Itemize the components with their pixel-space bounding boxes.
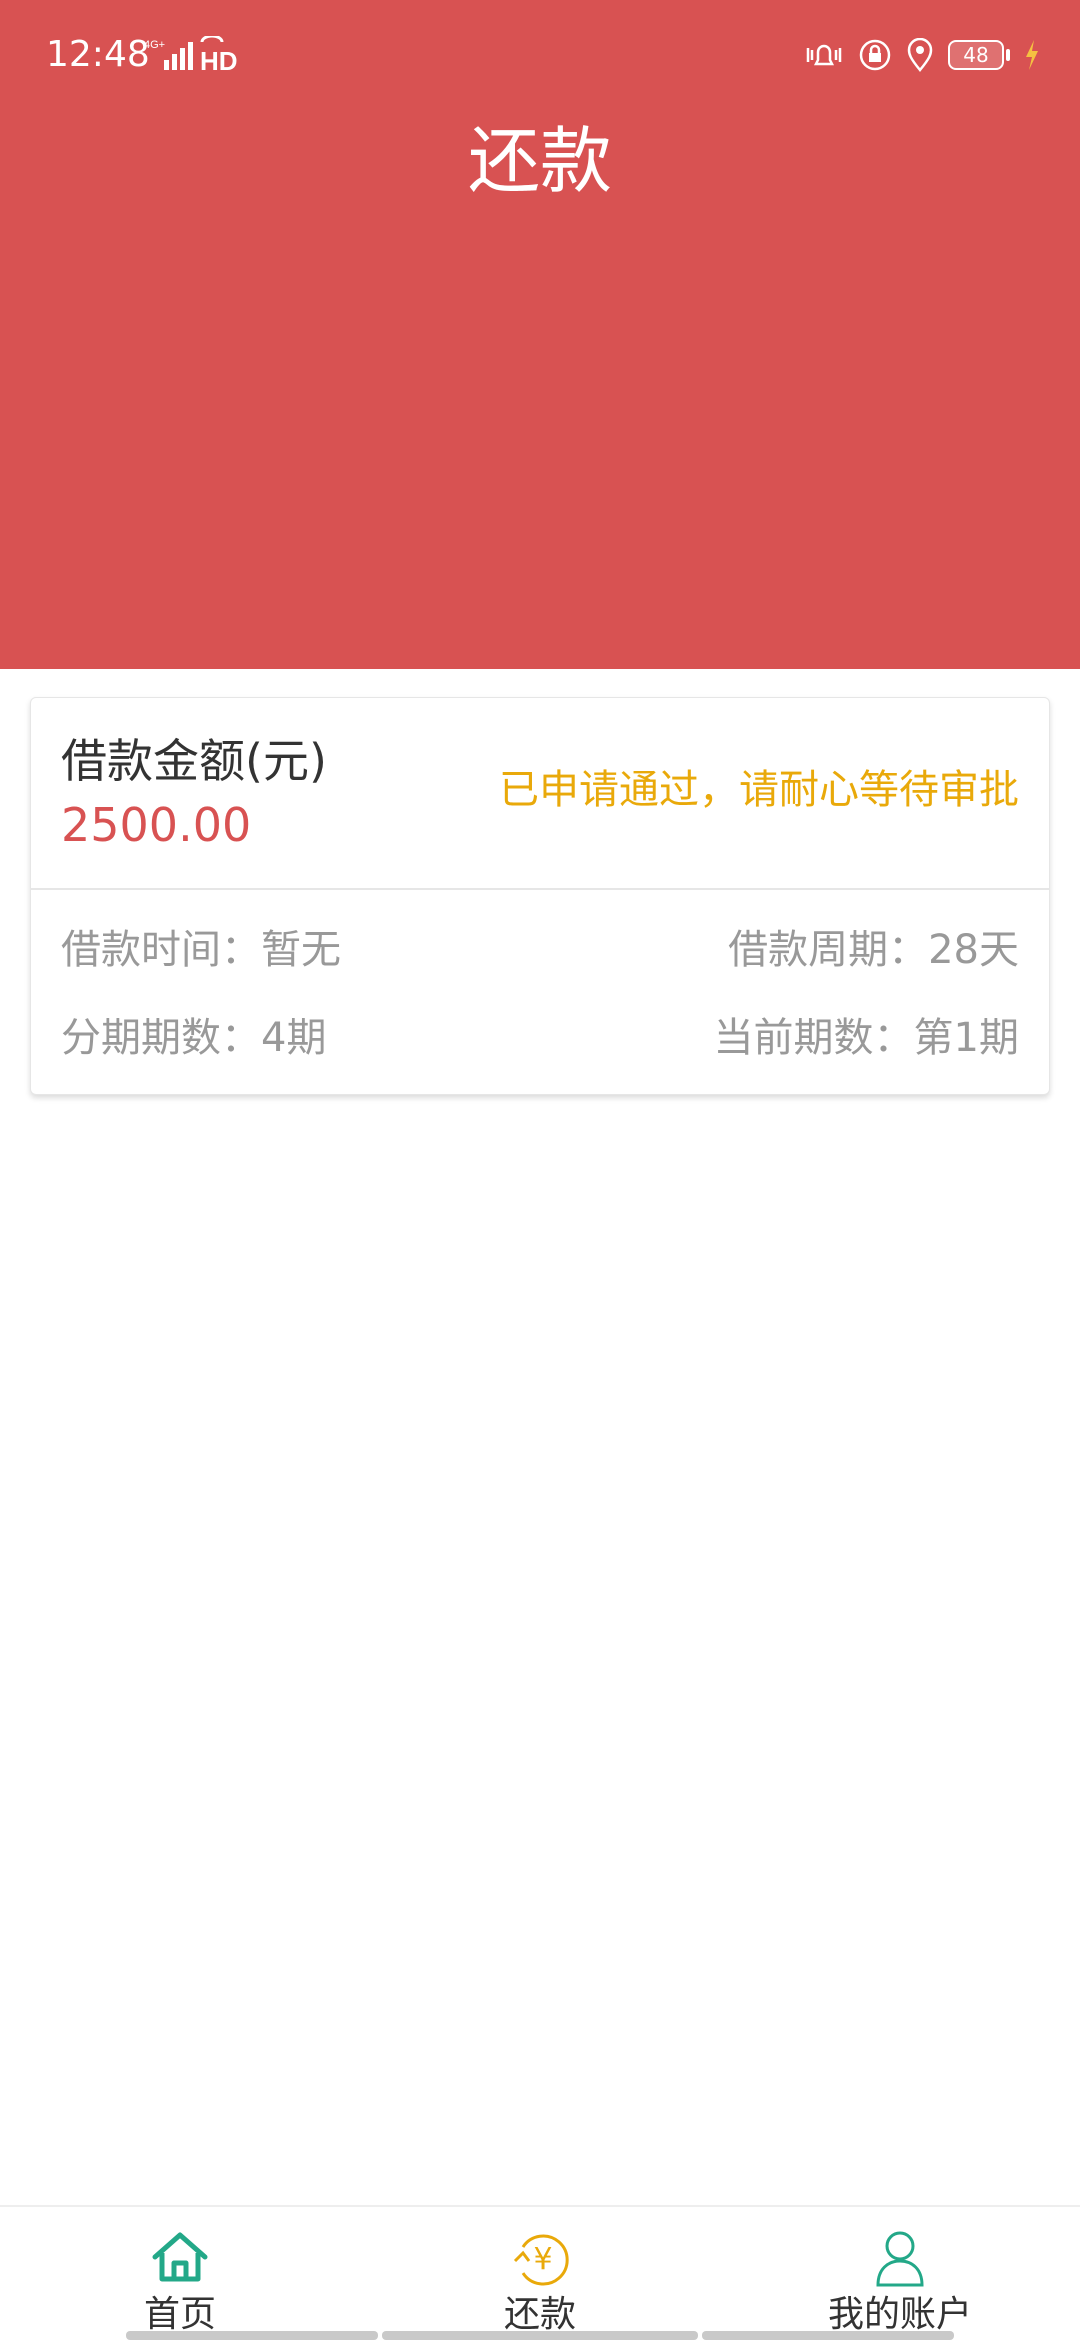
user-icon — [876, 2231, 924, 2287]
tab-home[interactable]: 首页 — [0, 2207, 360, 2340]
repay-yen-icon: ¥ — [513, 2234, 569, 2286]
loan-amount-value: 2500.00 — [61, 798, 252, 852]
nav-indicator-center — [382, 2331, 698, 2340]
tab-repay[interactable]: ¥ 还款 — [360, 2207, 720, 2340]
loan-info-row-2: 分期期数：4期 当前期数：第1期 — [61, 1012, 1019, 1064]
installment-count: 分期期数：4期 — [61, 1015, 327, 1061]
loan-time: 借款时间：暂无 — [61, 927, 341, 973]
vibrate-icon — [806, 44, 842, 66]
header: 12:48 4G+ HD 48 还款 — [0, 0, 1080, 669]
page-title: 还款 — [467, 119, 612, 203]
current-installment: 当前期数：第1期 — [713, 1015, 1019, 1061]
hd-icon: HD — [200, 46, 238, 74]
battery-tip — [1006, 49, 1010, 61]
svg-text:¥: ¥ — [533, 2242, 552, 2277]
rotation-lock-icon — [859, 39, 891, 71]
loan-summary: 借款金额(元) 2500.00 已申请通过，请耐心等待审批 — [31, 698, 1049, 890]
status-time: 12:48 — [46, 34, 150, 75]
status-icons: 48 — [804, 32, 1040, 78]
loan-amount-label: 借款金额(元) — [61, 734, 327, 788]
signal-icon: 4G+ HD — [144, 36, 238, 74]
loan-period: 借款周期：28天 — [728, 927, 1019, 973]
nav-indicator-left — [126, 2331, 378, 2340]
nav-indicator-right — [702, 2331, 954, 2340]
loan-card: 借款金额(元) 2500.00 已申请通过，请耐心等待审批 借款时间：暂无 借款… — [30, 697, 1050, 1095]
battery-icon: 48 — [948, 40, 1004, 70]
home-icon — [152, 2232, 208, 2282]
location-icon — [907, 38, 933, 72]
charging-icon — [1026, 40, 1038, 70]
bottom-tab-bar: 首页 ¥ 还款 我的账户 — [0, 2205, 1080, 2340]
tab-my-account[interactable]: 我的账户 — [720, 2207, 1080, 2340]
network-type: 4G+ — [144, 39, 165, 51]
approval-status: 已申请通过，请耐心等待审批 — [499, 767, 1019, 813]
status-bar: 12:48 4G+ HD 48 — [0, 0, 1080, 110]
loan-info-row-1: 借款时间：暂无 借款周期：28天 — [61, 924, 1019, 976]
